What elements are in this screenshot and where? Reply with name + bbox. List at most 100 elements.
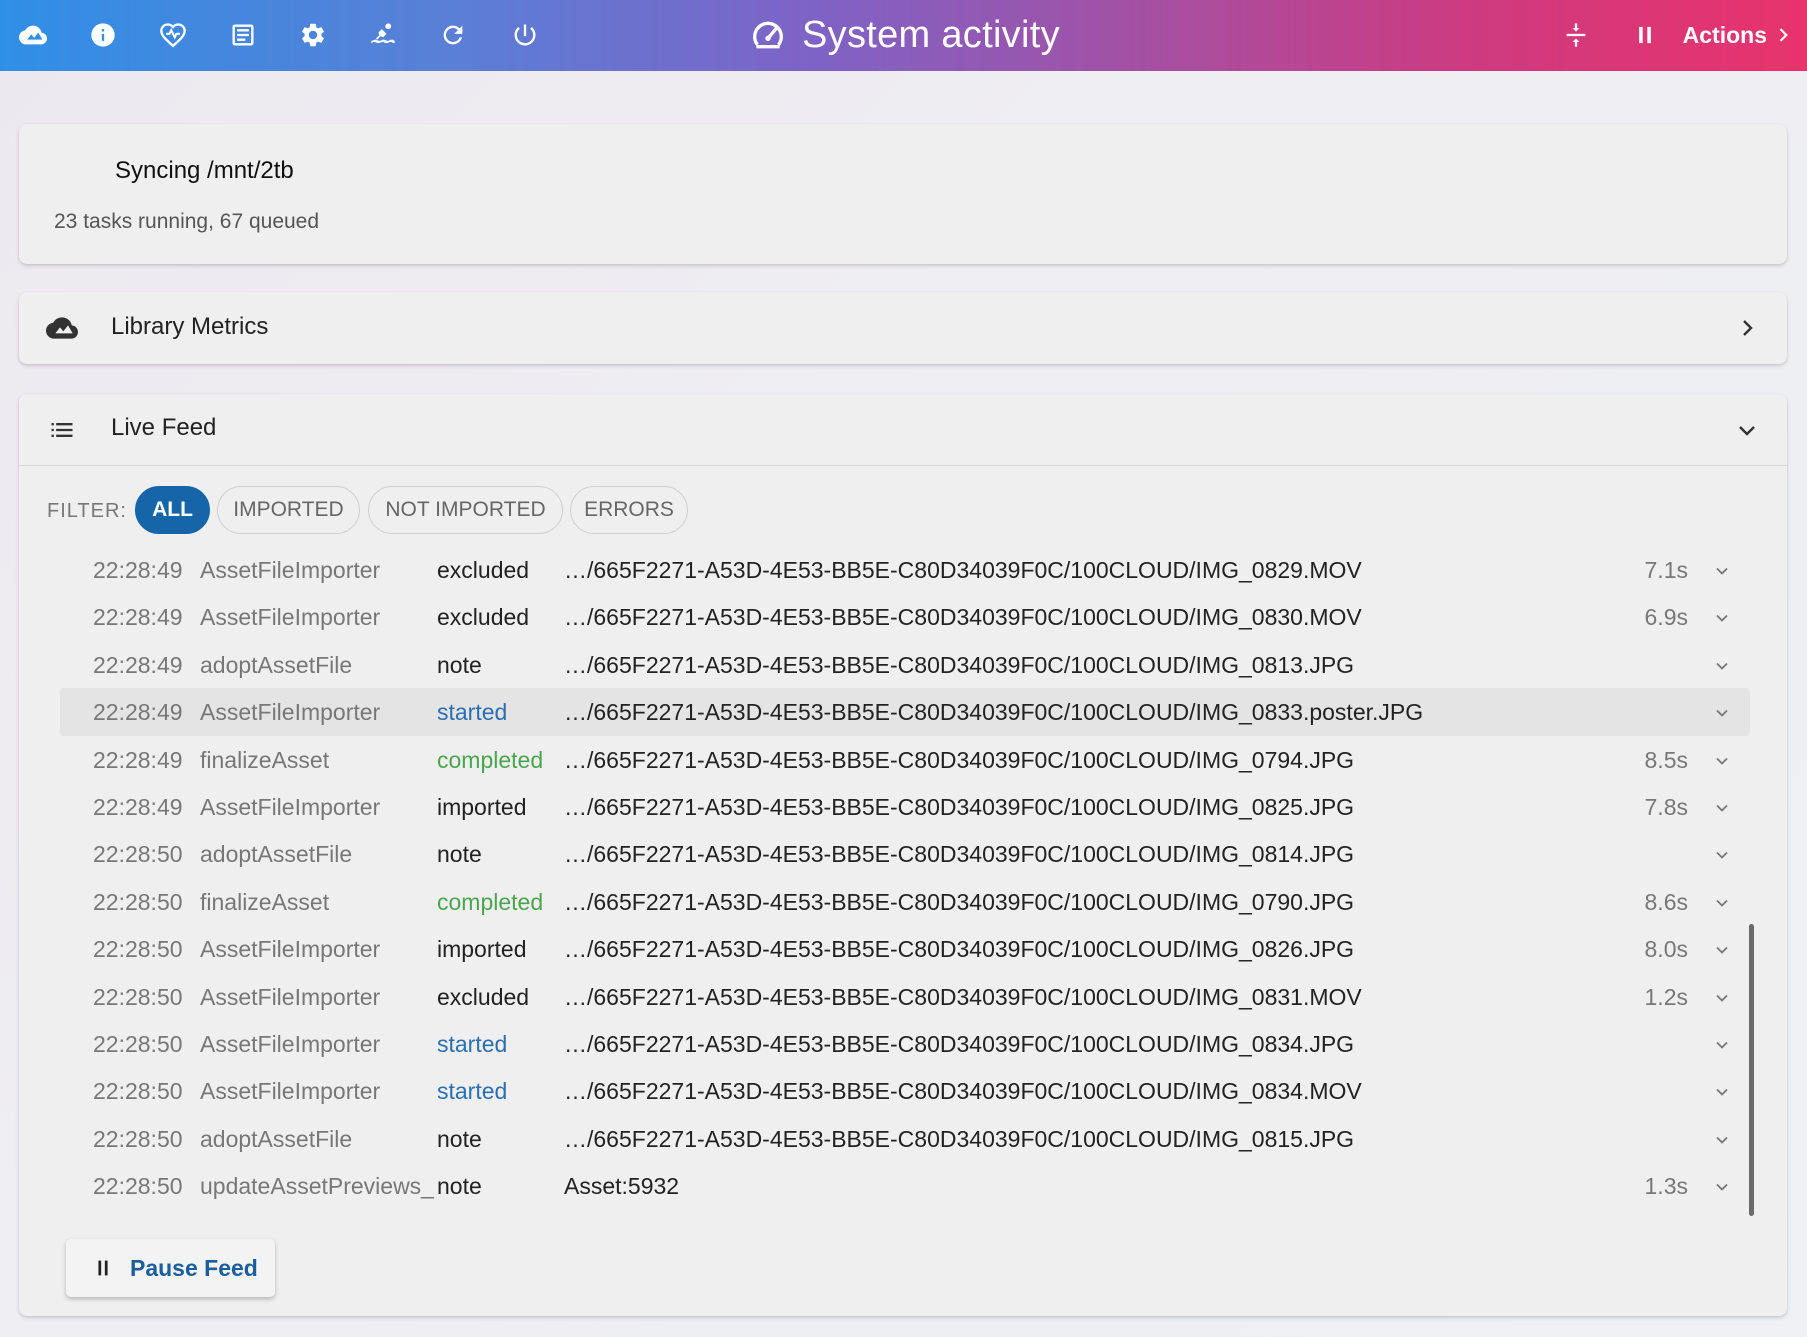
filter-chip-label: NOT IMPORTED: [385, 498, 546, 521]
filter-chip-label: ERRORS: [584, 498, 674, 521]
expand-chevron-icon[interactable]: [1712, 702, 1732, 722]
feed-row[interactable]: 22:28:50 updateAssetPreviews_ note Asset:59…: [60, 1162, 1750, 1209]
expand-chevron-icon[interactable]: [1712, 1129, 1732, 1149]
filter-chip-label: ALL: [152, 498, 193, 521]
row-path: …/665F2271-A53D-4E53-BB5E-C80D34039F0C/1…: [564, 1125, 1355, 1152]
document-icon[interactable]: [224, 16, 262, 54]
row-path: …/665F2271-A53D-4E53-BB5E-C80D34039F0C/1…: [564, 983, 1362, 1010]
row-path: …/665F2271-A53D-4E53-BB5E-C80D34039F0C/1…: [564, 557, 1362, 583]
feed-row[interactable]: 22:28:49 AssetFileImporter started …/665F22…: [60, 688, 1750, 736]
row-time: 22:28:49: [93, 604, 183, 631]
row-source: adoptAssetFile: [200, 1125, 353, 1152]
row-status: imported: [437, 936, 527, 963]
row-duration: 7.1s: [1644, 557, 1688, 583]
actions-button[interactable]: Actions: [1683, 16, 1793, 54]
row-status: excluded: [437, 604, 530, 631]
expand-chevron-icon[interactable]: [1712, 939, 1732, 959]
row-duration: 8.5s: [1644, 746, 1688, 773]
live-feed-header[interactable]: Live Feed: [19, 394, 1787, 466]
expand-chevron-icon[interactable]: [1712, 1034, 1732, 1054]
feed-scrollbar[interactable]: [1749, 924, 1754, 1216]
row-time: 22:28:49: [93, 699, 183, 726]
filter-chip-imported[interactable]: IMPORTED: [217, 486, 360, 534]
sync-subtitle: 23 tasks running, 67 queued: [54, 210, 320, 233]
row-status: imported: [437, 793, 527, 820]
pause-feed-label: Pause Feed: [130, 1254, 258, 1281]
feed-row[interactable]: 22:28:49 finalizeAsset completed …/665F2271…: [60, 736, 1750, 783]
row-time: 22:28:50: [93, 888, 183, 915]
chevron-down-icon: [1739, 426, 1755, 436]
row-status: started: [437, 1078, 508, 1105]
row-time: 22:28:49: [93, 746, 183, 773]
expand-chevron-icon[interactable]: [1712, 1081, 1732, 1101]
row-duration: 7.8s: [1644, 793, 1688, 820]
expand-chevron-icon[interactable]: [1712, 987, 1732, 1007]
expand-chevron-icon[interactable]: [1712, 797, 1732, 817]
library-metrics-panel[interactable]: Library Metrics: [19, 292, 1787, 364]
cloud-icon[interactable]: [14, 16, 52, 54]
expand-chevron-icon[interactable]: [1712, 844, 1732, 864]
row-duration: 8.0s: [1644, 936, 1688, 963]
row-time: 22:28:50: [93, 1173, 183, 1200]
row-duration: 8.6s: [1644, 888, 1688, 915]
row-status: note: [437, 1125, 482, 1152]
row-status: note: [437, 651, 482, 678]
live-feed-panel: Live Feed FILTER: ALL IMPORTED NOT IMPOR…: [19, 394, 1787, 1316]
row-time: 22:28:50: [93, 983, 183, 1010]
filter-chip-all[interactable]: ALL: [135, 486, 210, 534]
pause-icon[interactable]: [1626, 16, 1664, 54]
row-time: 22:28:49: [93, 793, 183, 820]
row-time: 22:28:50: [93, 1125, 183, 1152]
expand-chevron-icon[interactable]: [1712, 655, 1732, 675]
info-icon[interactable]: [84, 16, 122, 54]
row-duration: 1.2s: [1644, 983, 1688, 1010]
expand-chevron-icon[interactable]: [1712, 892, 1732, 912]
gear-icon[interactable]: [294, 16, 332, 54]
row-source: AssetFileImporter: [200, 1078, 381, 1105]
row-path: …/665F2271-A53D-4E53-BB5E-C80D34039F0C/1…: [564, 1030, 1355, 1057]
row-path: …/665F2271-A53D-4E53-BB5E-C80D34039F0C/1…: [564, 1078, 1362, 1105]
heart-pulse-icon[interactable]: [154, 16, 192, 54]
expand-chevron-icon[interactable]: [1712, 1176, 1732, 1196]
swimmer-icon[interactable]: [364, 16, 402, 54]
row-path: …/665F2271-A53D-4E53-BB5E-C80D34039F0C/1…: [564, 936, 1355, 963]
feed-row[interactable]: 22:28:50 finalizeAsset completed …/665F2271…: [60, 878, 1750, 925]
page-title: System activity: [748, 12, 1060, 58]
feed-row[interactable]: 22:28:49 adoptAssetFile note …/665F2271-A53…: [60, 641, 1750, 688]
feed-row[interactable]: 22:28:49 AssetFileImporter excluded …/665F2…: [60, 593, 1750, 640]
expand-chevron-icon[interactable]: [1712, 560, 1732, 580]
row-status: note: [437, 1173, 482, 1200]
feed-row[interactable]: 22:28:49 AssetFileImporter excluded …/665F2…: [60, 546, 1750, 593]
compress-icon[interactable]: [1557, 16, 1595, 54]
feed-row[interactable]: 22:28:50 AssetFileImporter started …/665F22…: [60, 1067, 1750, 1114]
cloud-icon: [46, 317, 78, 339]
row-time: 22:28:50: [93, 936, 183, 963]
row-path: …/665F2271-A53D-4E53-BB5E-C80D34039F0C/1…: [564, 793, 1355, 820]
expand-chevron-icon[interactable]: [1712, 607, 1732, 627]
chevron-right-icon: [1779, 28, 1788, 42]
expand-chevron-icon[interactable]: [1712, 750, 1732, 770]
row-source: adoptAssetFile: [200, 841, 353, 868]
refresh-icon[interactable]: [434, 16, 472, 54]
row-time: 22:28:50: [93, 1078, 183, 1105]
feed-row[interactable]: 22:28:50 adoptAssetFile note …/665F2271-A53…: [60, 1115, 1750, 1162]
row-source: AssetFileImporter: [200, 1030, 381, 1057]
row-source: AssetFileImporter: [200, 604, 381, 631]
feed-row[interactable]: 22:28:50 adoptAssetFile note …/665F2271-A53…: [60, 830, 1750, 877]
feed-row[interactable]: 22:28:50 AssetFileImporter started …/665F22…: [60, 1020, 1750, 1067]
row-status: excluded: [437, 557, 530, 583]
pause-icon: [98, 1260, 108, 1276]
feed-row[interactable]: 22:28:50 AssetFileImporter excluded …/665F2…: [60, 973, 1750, 1020]
row-source: AssetFileImporter: [200, 936, 381, 963]
feed-row[interactable]: 22:28:50 AssetFileImporter imported …/665F2…: [60, 925, 1750, 972]
feed-row[interactable]: 22:28:49 AssetFileImporter imported …/665F2…: [60, 783, 1750, 830]
filter-chip-label: IMPORTED: [233, 498, 344, 521]
row-time: 22:28:49: [93, 651, 183, 678]
row-path: …/665F2271-A53D-4E53-BB5E-C80D34039F0C/1…: [564, 841, 1355, 868]
power-icon[interactable]: [506, 16, 544, 54]
sync-title: Syncing /mnt/2tb: [115, 157, 294, 184]
filter-chip-not-imported[interactable]: NOT IMPORTED: [368, 486, 563, 534]
filter-chip-errors[interactable]: ERRORS: [570, 486, 688, 534]
pause-feed-button[interactable]: Pause Feed: [66, 1239, 275, 1297]
row-duration: 1.3s: [1644, 1173, 1688, 1200]
